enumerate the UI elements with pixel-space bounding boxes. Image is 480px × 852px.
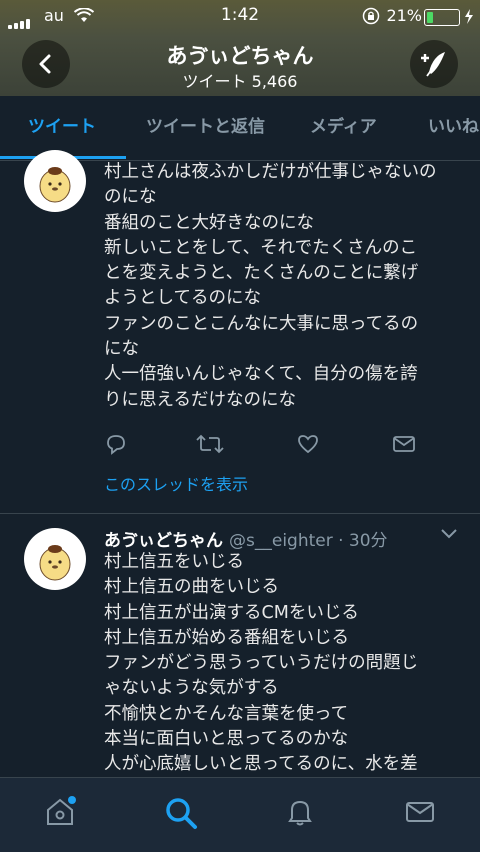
show-thread-link[interactable]: このスレッドを表示 — [104, 471, 248, 495]
tweet-line: ようとしてるのにな — [104, 288, 261, 309]
tweet-text: 村上信五をいじる 村上信五の曲をいじる 村上信五が出演するCMをいじる 村上信五… — [104, 550, 464, 778]
profile-name: あゔぃどちゃん — [166, 44, 314, 68]
chevron-down-icon[interactable] — [440, 528, 458, 540]
tweet-line: のにな — [104, 187, 157, 208]
tweet-line: 番組のこと大好きなのにな — [104, 212, 314, 233]
tweet-line: ファンのことこんなに大事に思ってるの — [104, 313, 419, 334]
tweet-line: 人が心底嬉しいと思ってるのに、水を差 — [104, 754, 418, 775]
retweet-icon[interactable] — [196, 432, 224, 456]
tweet-line: 村上信五をいじる — [104, 552, 244, 572]
tab-tweets[interactable]: ツイート — [28, 96, 96, 158]
tab-tweets-replies[interactable]: ツイートと返信 — [146, 96, 265, 158]
tweet-line: 村上信五が出演するCMをいじる — [104, 602, 359, 623]
compose-button[interactable] — [410, 40, 458, 88]
rotation-lock-icon — [362, 7, 380, 25]
dm-icon[interactable] — [392, 432, 416, 456]
tweet-line: ゃないような気がする — [104, 678, 279, 699]
tweet-line: りに思えるだけなのにな — [104, 389, 296, 410]
tweet-line: にな — [104, 339, 139, 360]
tweet-line: 人一倍強いんじゃなくて、自分の傷を誇 — [104, 364, 418, 385]
tweet-line: ファンがどう思うっていうだけの問題じ — [104, 653, 419, 674]
charging-icon — [465, 9, 473, 24]
tweet-line: 本当に面白いと思ってるのかな — [104, 729, 349, 750]
status-bar: au 1:42 21% — [0, 0, 480, 32]
tweet-line: 新しいことをして、それでたくさんのこ — [104, 237, 418, 258]
compose-icon — [421, 52, 445, 77]
pompompurin-avatar-icon — [39, 167, 71, 203]
avatar[interactable] — [24, 150, 86, 212]
profile-tabs: ツイート ツイートと返信 メディア いいね — [0, 96, 480, 161]
tab-likes[interactable]: いいね — [428, 96, 479, 158]
tweet-count: ツイート 5,466 — [182, 72, 298, 91]
bottom-navigation — [0, 777, 480, 852]
tweet-line: 村上信五が始める番組をいじる — [104, 627, 349, 648]
author-name[interactable]: あゔぃどちゃん — [104, 531, 223, 551]
tweet-actions — [0, 432, 480, 460]
reply-icon[interactable] — [104, 432, 128, 456]
tweet-line: とを変えようと、たくさんのことに繋げ — [104, 263, 419, 284]
tweet-header: あゔぃどちゃん @s__eighter · 30分 — [104, 526, 388, 551]
author-handle-time: @s__eighter · 30分 — [229, 531, 388, 551]
messages-icon[interactable] — [404, 796, 436, 828]
profile-header: au 1:42 21% あゔぃどちゃん ツイート 5,466 — [0, 0, 480, 96]
tweet-text: 村上さんは夜ふかしだけが仕事じゃないの のにな 番組のこと大好きなのにな 新しい… — [104, 160, 464, 413]
tweet-line: 不愉快とかそんな言葉を使って — [104, 703, 349, 724]
divider — [0, 513, 480, 514]
tweet-line: 村上さんは夜ふかしだけが仕事じゃないの — [104, 162, 437, 182]
battery-icon — [424, 9, 460, 26]
battery-percent: 21% — [386, 6, 422, 25]
search-icon[interactable] — [164, 796, 198, 830]
tweet-line: 村上信五の曲をいじる — [104, 577, 279, 598]
tab-media[interactable]: メディア — [310, 96, 377, 158]
new-content-dot — [68, 796, 76, 804]
notifications-icon[interactable] — [284, 796, 316, 828]
pompompurin-avatar-icon — [39, 545, 71, 581]
like-icon[interactable] — [296, 432, 320, 456]
avatar[interactable] — [24, 528, 86, 590]
